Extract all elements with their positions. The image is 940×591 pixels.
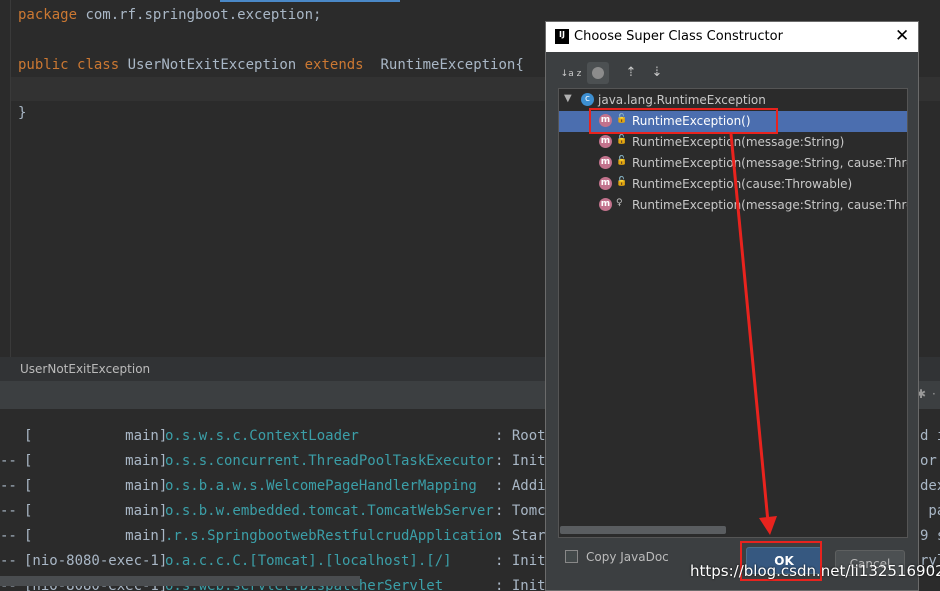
watermark: https://blog.csdn.net/li1325169021 [690, 562, 940, 580]
arrow-shaft [729, 133, 770, 523]
annotation-arrow [729, 133, 777, 535]
arrow-head [759, 516, 777, 535]
